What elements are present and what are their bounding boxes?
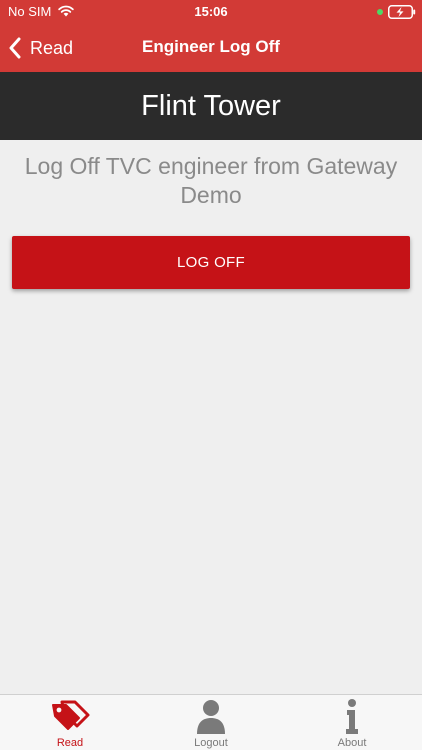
info-icon	[346, 699, 358, 734]
tab-label-about: About	[337, 737, 367, 749]
message-line-1: Log Off TVC engineer from Gateway	[24, 153, 398, 179]
page-title: Engineer Log Off	[142, 37, 280, 56]
site-name: Flint Tower	[141, 89, 281, 122]
person-icon	[197, 700, 225, 734]
tags-icon	[52, 700, 90, 730]
navigation-bar: Read Engineer Log Off	[0, 24, 422, 72]
status-bar: No SIM 15:06	[0, 0, 422, 24]
tab-about[interactable]: About	[282, 695, 422, 750]
message-line-2: Demo	[180, 182, 242, 208]
charging-indicator-dot	[377, 9, 383, 15]
logoff-message: Log Off TVC engineer from Gateway Demo	[12, 152, 410, 210]
battery-charging-icon	[388, 5, 416, 19]
tab-read[interactable]: Read	[0, 695, 140, 750]
tab-label-read: Read	[56, 737, 84, 749]
clock: 15:06	[194, 4, 228, 19]
tab-label-logout: Logout	[194, 737, 228, 749]
log-off-button[interactable]: LOG OFF	[12, 236, 410, 289]
tab-bar: Read Logout About	[0, 694, 422, 750]
site-header: Flint Tower	[0, 72, 422, 140]
tab-logout[interactable]: Logout	[141, 695, 281, 750]
